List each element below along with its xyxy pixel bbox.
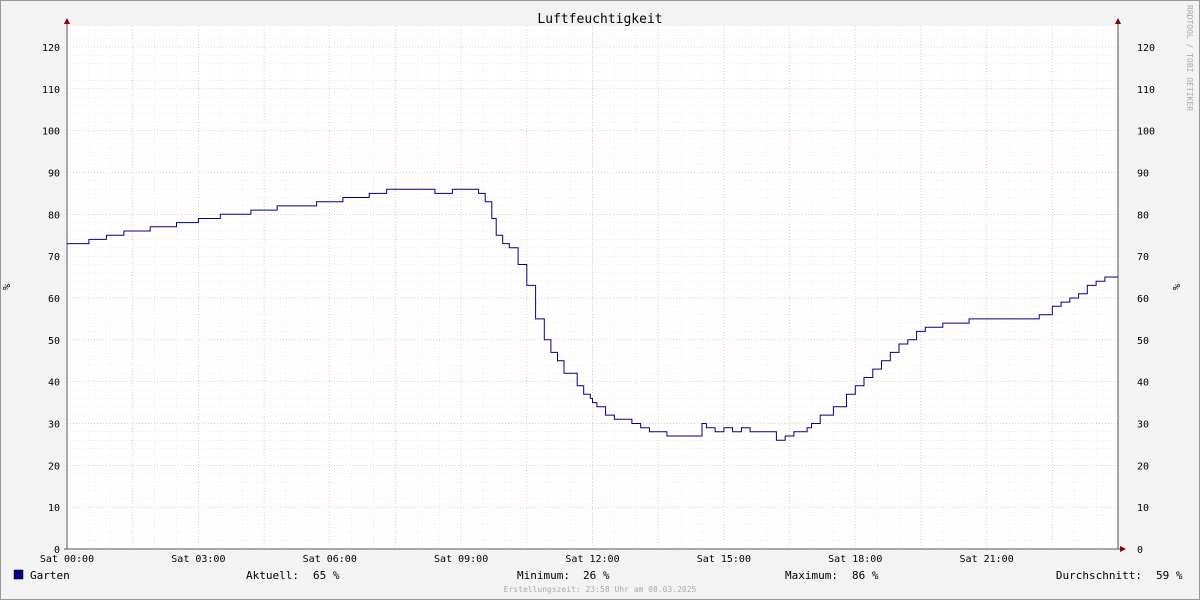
y-tick-label-right: 80 — [1137, 210, 1149, 221]
x-tick-label: Sat 03:00 — [171, 554, 225, 565]
x-tick-label: Sat 15:00 — [697, 554, 751, 565]
y-tick-label-left: 10 — [48, 503, 60, 514]
legend-swatch — [13, 569, 24, 580]
footer-timestamp: Erstellungszeit: 23:58 Uhr am 08.03.2025 — [504, 585, 697, 594]
y-tick-label-left: 110 — [42, 85, 60, 96]
y-ticks-left: 0102030405060708090100110120 — [42, 43, 60, 556]
y-tick-label-left: 120 — [42, 43, 60, 54]
legend-series-name: Garten — [30, 569, 70, 582]
legend-current-value: 65 % — [313, 569, 340, 582]
x-tick-label: Sat 06:00 — [303, 554, 357, 565]
y-tick-label-right: 90 — [1137, 168, 1149, 179]
watermark: RRDTOOL / TOBI OETIKER — [1185, 5, 1194, 111]
y-tick-label-right: 20 — [1137, 461, 1149, 472]
y-tick-label-right: 50 — [1137, 336, 1149, 347]
x-tick-label: Sat 12:00 — [565, 554, 619, 565]
x-tick-label: Sat 00:00 — [40, 554, 94, 565]
y-tick-label-right: 100 — [1137, 127, 1155, 138]
humidity-chart: 0 10 20 30 40 50 60 70 80 90 100 110 120 0 10 20 30 40 50… — [0, 0, 1200, 600]
legend-min-value: 26 % — [583, 569, 610, 582]
legend-min-label: Minimum: — [517, 569, 570, 582]
x-ticks: Sat 00:00 Sat 03:00 Sat 06:00 Sat 09:00 Sat … — [40, 554, 1014, 565]
y-tick-label-right: 40 — [1137, 378, 1149, 389]
y-axis-label-right: % — [1172, 284, 1183, 290]
y-tick-label-right: 60 — [1137, 294, 1149, 305]
y-axis-right-arrow — [1115, 18, 1121, 24]
y-axis-left-arrow — [64, 18, 70, 24]
y-tick-label-left: 100 — [42, 127, 60, 138]
y-tick-label-left: 30 — [48, 419, 60, 430]
legend-current-label: Aktuell: — [246, 569, 299, 582]
x-tick-label: Sat 18:00 — [828, 554, 882, 565]
y-tick-label-left: 40 — [48, 378, 60, 389]
legend-max-value: 86 % — [852, 569, 879, 582]
y-axis-label-left: % — [2, 284, 13, 290]
chart-title: Luftfeuchtigkeit — [537, 12, 662, 27]
y-tick-label-right: 0 — [1137, 545, 1143, 556]
legend-avg-value: 59 % — [1156, 569, 1183, 582]
y-tick-label-right: 10 — [1137, 503, 1149, 514]
y-tick-label-right: 30 — [1137, 419, 1149, 430]
x-tick-label: Sat 21:00 — [960, 554, 1014, 565]
y-tick-label-left: 50 — [48, 336, 60, 347]
y-tick-label-left: 90 — [48, 168, 60, 179]
x-axis-arrow — [1120, 546, 1126, 552]
y-tick-label-left: 60 — [48, 294, 60, 305]
y-tick-label-right: 120 — [1137, 43, 1155, 54]
legend-max-label: Maximum: — [785, 569, 838, 582]
y-tick-label-left: 70 — [48, 252, 60, 263]
y-tick-label-right: 70 — [1137, 252, 1149, 263]
y-tick-label-right: 110 — [1137, 85, 1155, 96]
y-ticks-right: 0 10 20 30 40 50 60 70 80 90 100 110 120 — [1137, 43, 1155, 556]
legend-avg-label: Durchschnitt: — [1056, 569, 1142, 582]
x-tick-label: Sat 09:00 — [434, 554, 488, 565]
y-tick-label-left: 20 — [48, 461, 60, 472]
y-tick-label-left: 80 — [48, 210, 60, 221]
